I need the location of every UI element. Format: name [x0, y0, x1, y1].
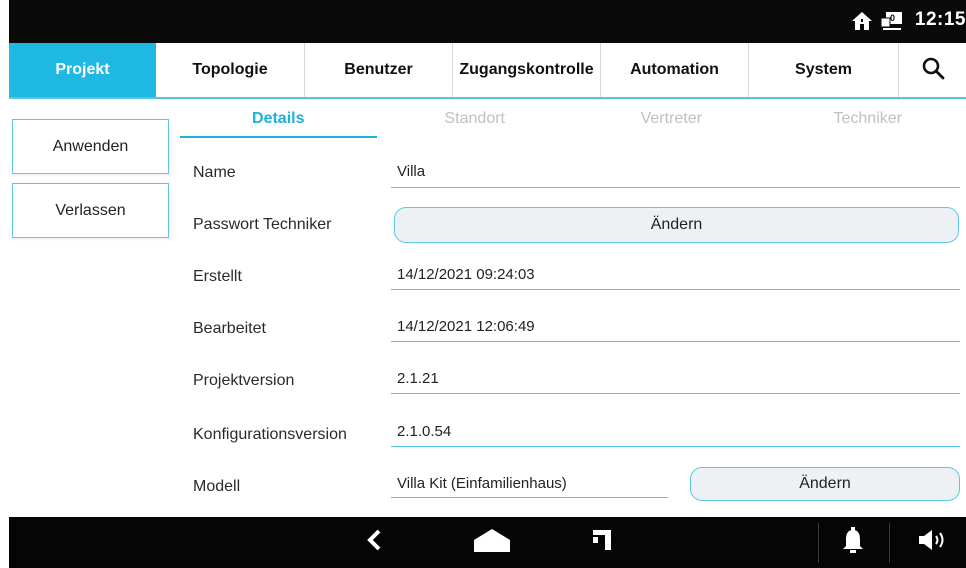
tab-projekt[interactable]: Projekt — [9, 43, 156, 97]
tab-benutzer[interactable]: Benutzer — [305, 43, 453, 97]
edited-underline — [391, 341, 960, 342]
network-icon: 0 — [880, 11, 904, 31]
recent-apps-icon — [591, 528, 613, 557]
volume-button[interactable] — [914, 517, 954, 568]
subtab-details[interactable]: Details — [180, 110, 377, 138]
password-technician-label: Passwort Techniker — [193, 216, 332, 233]
notifications-button[interactable] — [835, 517, 871, 568]
name-label: Name — [193, 164, 236, 181]
edited-value: 14/12/2021 12:06:49 — [397, 318, 535, 335]
clock: 12:15 — [914, 9, 966, 30]
home-icon — [472, 527, 512, 558]
created-label: Erstellt — [193, 268, 242, 285]
name-field[interactable]: Villa — [397, 163, 425, 180]
exit-button[interactable]: Verlassen — [12, 183, 169, 238]
created-underline — [391, 289, 960, 290]
edited-label: Bearbeitet — [193, 320, 266, 337]
search-icon — [921, 56, 945, 85]
main-nav: Projekt Topologie Benutzer Zugangskontro… — [9, 43, 966, 99]
system-bar — [9, 517, 966, 568]
subtab-vertreter[interactable]: Vertreter — [573, 110, 770, 138]
app-frame: 0 12:15 Projekt Topologie Benutzer Zugan… — [0, 0, 966, 568]
project-version-underline — [391, 393, 960, 394]
name-field-underline — [391, 187, 960, 188]
divider — [889, 523, 890, 563]
project-version-label: Projektversion — [193, 372, 295, 389]
home-button[interactable] — [467, 517, 517, 568]
back-button[interactable] — [358, 517, 390, 568]
tab-zugangskontrolle[interactable]: Zugangskontrolle — [453, 43, 601, 97]
created-value: 14/12/2021 09:24:03 — [397, 266, 535, 283]
back-icon — [366, 529, 382, 556]
change-password-button[interactable]: Ändern — [394, 207, 959, 243]
home-icon — [851, 10, 873, 32]
active-subtab-indicator — [180, 136, 377, 138]
subtab-techniker[interactable]: Techniker — [770, 110, 966, 138]
project-version-value: 2.1.21 — [397, 370, 439, 387]
tab-automation[interactable]: Automation — [601, 43, 749, 97]
config-version-label: Konfigurationsversion — [193, 426, 347, 443]
search-button[interactable] — [899, 43, 966, 97]
volume-icon — [918, 529, 950, 556]
config-version-underline — [391, 446, 960, 447]
config-version-value: 2.1.0.54 — [397, 423, 452, 440]
change-model-button[interactable]: Ändern — [690, 467, 960, 501]
apply-button[interactable]: Anwenden — [12, 119, 169, 174]
action-panel: Anwenden Verlassen — [9, 99, 180, 517]
recent-apps-button[interactable] — [585, 517, 619, 568]
model-label: Modell — [193, 478, 241, 495]
tab-system[interactable]: System — [749, 43, 899, 97]
status-bar: 0 12:15 — [9, 0, 966, 43]
model-underline — [391, 497, 668, 498]
tab-topologie[interactable]: Topologie — [156, 43, 305, 97]
model-value: Villa Kit (Einfamilienhaus) — [397, 475, 567, 492]
bell-icon — [843, 527, 863, 558]
sub-tabs: Details Standort Vertreter Techniker — [180, 110, 966, 138]
divider — [818, 523, 819, 563]
network-badge: 0 — [890, 13, 896, 23]
subtab-standort[interactable]: Standort — [377, 110, 574, 138]
